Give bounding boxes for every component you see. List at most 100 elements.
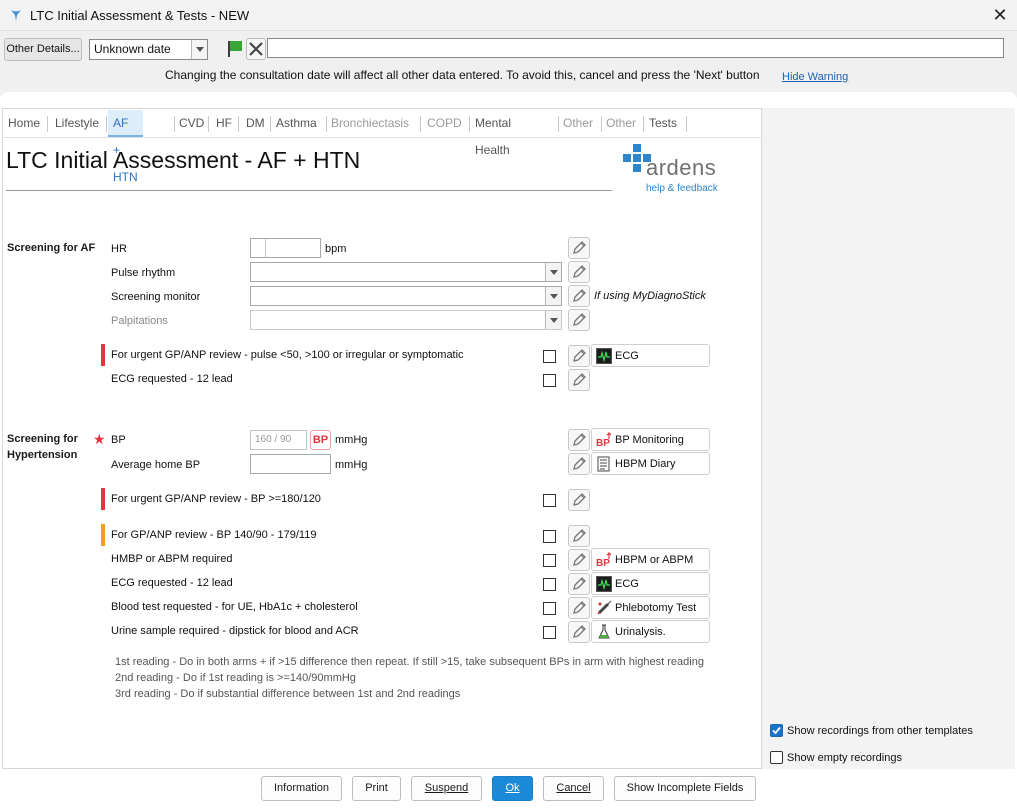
htn-ecg-button[interactable]: ECG xyxy=(591,572,710,595)
pulse-rhythm-select[interactable] xyxy=(250,262,562,282)
print-button[interactable]: Print xyxy=(352,776,401,801)
suspend-button[interactable]: Suspend xyxy=(411,776,482,801)
pencil-icon xyxy=(573,601,586,614)
pencil-icon xyxy=(573,433,586,446)
hmbp-abpm-label: HMBP or ABPM required xyxy=(111,553,233,565)
tab-separator xyxy=(238,116,239,132)
show-empty-recordings-checkbox[interactable] xyxy=(770,751,783,764)
hr-unit: bpm xyxy=(325,243,347,255)
urine-sample-edit-button[interactable] xyxy=(568,621,590,643)
af-ecg-button-label: ECG xyxy=(615,350,639,362)
hr-edit-button[interactable] xyxy=(568,237,590,259)
screening-monitor-select[interactable] xyxy=(250,286,562,306)
ecg-requested-checkbox[interactable] xyxy=(543,374,556,387)
page-title: LTC Initial Assessment - AF + HTN xyxy=(6,147,361,173)
close-window-button[interactable]: ✕ xyxy=(988,3,1012,27)
af-urgent-review-edit-button[interactable] xyxy=(568,345,590,367)
htn-ecg-edit-button[interactable] xyxy=(568,573,590,595)
show-other-templates-label: Show recordings from other templates xyxy=(787,725,973,737)
palpitations-edit-button[interactable] xyxy=(568,309,590,331)
avg-home-bp-input[interactable] xyxy=(250,454,331,474)
htn-ecg-label: ECG requested - 12 lead xyxy=(111,577,233,589)
ok-button[interactable]: Ok xyxy=(492,776,533,801)
section-title-htn-line2: Hypertension xyxy=(7,449,78,461)
htn-urgent-review-edit-button[interactable] xyxy=(568,489,590,511)
show-incomplete-fields-button[interactable]: Show Incomplete Fields xyxy=(614,776,756,801)
chevron-down-icon[interactable] xyxy=(545,263,561,281)
tab-tests[interactable]: Tests xyxy=(644,110,682,137)
ecg-requested-edit-button[interactable] xyxy=(568,369,590,391)
bp-edit-button[interactable] xyxy=(568,429,590,451)
hmbp-abpm-edit-button[interactable] xyxy=(568,549,590,571)
bp-input[interactable]: 160 / 90 xyxy=(250,430,307,450)
date-text-field[interactable] xyxy=(267,38,1004,58)
tab-af-htn[interactable]: AF + HTN xyxy=(108,110,143,184)
phlebotomy-test-button[interactable]: Phlebotomy Test xyxy=(591,596,710,619)
screening-monitor-edit-button[interactable] xyxy=(568,285,590,307)
tab-mental-health[interactable]: Mental Health xyxy=(470,110,516,157)
urinalysis-button[interactable]: Urinalysis. xyxy=(591,620,710,643)
hbpm-diary-label: HBPM Diary xyxy=(615,458,676,470)
tab-cvd[interactable]: CVD xyxy=(174,110,209,137)
tab-separator xyxy=(106,116,107,132)
hbpm-abpm-button[interactable]: BP HBPM or ABPM xyxy=(591,548,710,571)
tab-home[interactable]: Home xyxy=(3,110,45,137)
hmbp-abpm-checkbox[interactable] xyxy=(543,554,556,567)
bp-monitoring-button[interactable]: BP BP Monitoring xyxy=(591,428,710,451)
af-ecg-button[interactable]: ECG xyxy=(591,344,710,367)
chevron-down-icon[interactable] xyxy=(191,40,207,59)
htn-urgent-review-label: For urgent GP/ANP review - BP >=180/120 xyxy=(111,493,321,505)
blood-test-checkbox[interactable] xyxy=(543,602,556,615)
clear-date-button[interactable] xyxy=(246,38,266,60)
syringe-icon xyxy=(597,600,612,615)
diary-icon xyxy=(597,456,610,472)
app-logo-icon xyxy=(11,10,21,21)
urine-sample-checkbox[interactable] xyxy=(543,626,556,639)
help-feedback-link[interactable]: help & feedback xyxy=(646,183,718,194)
chevron-down-icon[interactable] xyxy=(545,311,561,329)
pencil-icon xyxy=(573,349,586,362)
information-button[interactable]: Information xyxy=(261,776,342,801)
bp-calculator-button[interactable]: BP xyxy=(310,430,331,450)
hbpm-diary-button[interactable]: HBPM Diary xyxy=(591,452,710,475)
tab-lifestyle[interactable]: Lifestyle xyxy=(50,110,104,137)
tab-asthma[interactable]: Asthma xyxy=(271,110,322,137)
tab-separator xyxy=(686,116,687,132)
blood-test-edit-button[interactable] xyxy=(568,597,590,619)
pulse-rhythm-label: Pulse rhythm xyxy=(111,267,176,279)
other-details-button[interactable]: Other Details... xyxy=(4,38,82,61)
ardens-logo-text[interactable]: ardens xyxy=(646,155,716,181)
consultation-date-select[interactable]: Unknown date xyxy=(89,39,208,60)
avg-home-bp-edit-button[interactable] xyxy=(568,453,590,475)
htn-review-checkbox[interactable] xyxy=(543,530,556,543)
tab-divider xyxy=(2,137,762,138)
hide-warning-link[interactable]: Hide Warning xyxy=(782,71,848,83)
htn-ecg-checkbox[interactable] xyxy=(543,578,556,591)
tab-separator xyxy=(420,116,421,132)
tab-dm[interactable]: DM xyxy=(241,110,270,137)
show-other-templates-checkbox[interactable] xyxy=(770,724,783,737)
htn-ecg-button-label: ECG xyxy=(615,578,639,590)
tab-other-1[interactable]: Other xyxy=(558,110,598,137)
tab-bronchiectasis[interactable]: Bronchiectasis xyxy=(326,110,414,137)
date-warning-text: Changing the consultation date will affe… xyxy=(165,68,760,82)
title-divider xyxy=(6,190,612,191)
tab-hf[interactable]: HF xyxy=(211,110,237,137)
pulse-rhythm-edit-button[interactable] xyxy=(568,261,590,283)
af-urgent-review-checkbox[interactable] xyxy=(543,350,556,363)
svg-text:BP: BP xyxy=(596,438,610,448)
tab-copd[interactable]: COPD xyxy=(422,110,467,137)
htn-review-edit-button[interactable] xyxy=(568,525,590,547)
green-flag-icon[interactable] xyxy=(225,38,245,60)
chevron-down-icon[interactable] xyxy=(545,287,561,305)
pencil-icon xyxy=(573,373,586,386)
palpitations-select[interactable] xyxy=(250,310,562,330)
htn-urgent-review-checkbox[interactable] xyxy=(543,494,556,507)
hr-input[interactable] xyxy=(250,238,321,258)
tab-other-2[interactable]: Other xyxy=(601,110,641,137)
ecg-requested-label: ECG requested - 12 lead xyxy=(111,373,233,385)
hbpm-abpm-label: HBPM or ABPM xyxy=(615,554,694,566)
avg-home-bp-unit: mmHg xyxy=(335,459,368,471)
cancel-button[interactable]: Cancel xyxy=(543,776,604,801)
phlebotomy-test-label: Phlebotomy Test xyxy=(615,602,697,614)
